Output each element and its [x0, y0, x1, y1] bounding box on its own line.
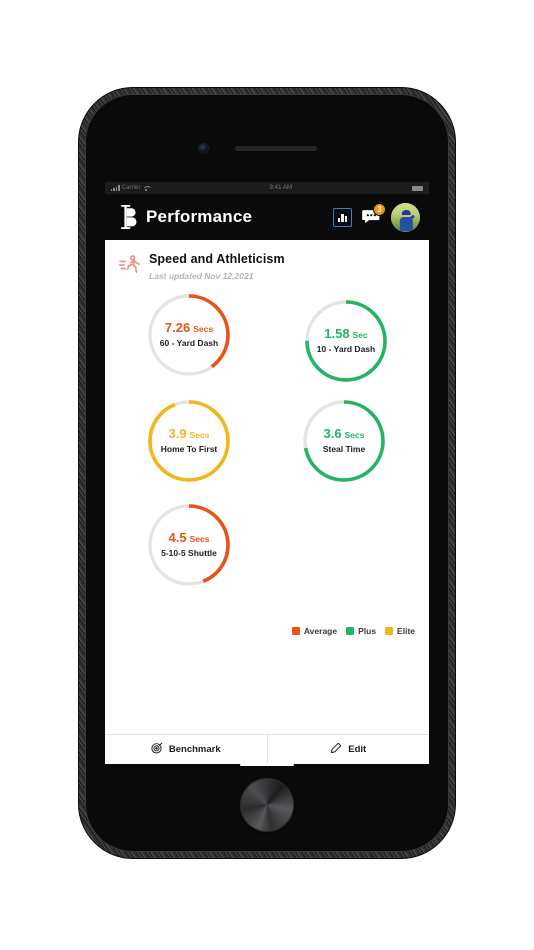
screenshot-canvas: Carrier 9:41 AM Performance 3 Speed and …: [0, 0, 534, 950]
gauge-60-yard-dash[interactable]: 7.26 Secs 60 - Yard Dash: [145, 291, 233, 379]
gauge-10-yard-dash[interactable]: 1.58 Sec 10 - Yard Dash: [302, 297, 390, 385]
gauge-value: 7.26: [164, 320, 191, 336]
running-person-icon: [118, 254, 140, 275]
carrier-label: Carrier: [121, 185, 141, 191]
page-title: Performance: [146, 207, 253, 226]
legend-item-plus: Plus: [346, 626, 376, 636]
gauge-label: 5-10-5 Shuttle: [161, 548, 217, 559]
gauge-unit: Secs: [189, 534, 210, 545]
message-icon[interactable]: 3: [361, 202, 386, 227]
status-bar-left: Carrier: [111, 185, 150, 191]
gauge-value: 1.58: [324, 326, 350, 342]
gauge-value: 3.9: [168, 426, 187, 442]
status-bar-time: 9:41 AM: [269, 185, 293, 191]
tab-dev-plan[interactable]: Dev Plan: [348, 764, 429, 766]
phone-screen: Carrier 9:41 AM Performance 3 Speed and …: [105, 182, 429, 766]
ib-logo-icon[interactable]: [116, 204, 138, 230]
legend-label: Elite: [397, 625, 415, 636]
wifi-icon: [143, 185, 150, 191]
target-icon: [151, 742, 163, 757]
battery-icon: [412, 185, 423, 191]
avatar-player-figure: [398, 210, 415, 232]
avatar[interactable]: [391, 202, 420, 232]
gauge-label: 10 - Yard Dash: [316, 344, 376, 355]
gauge-grid: 7.26 Secs 60 - Yard Dash 1.58 Sec 10 - Y…: [105, 287, 429, 636]
legend-label: Average: [303, 625, 338, 636]
home-button[interactable]: [240, 778, 294, 832]
gauge-value: 4.5: [168, 530, 187, 546]
action-bar: Benchmark Edit: [105, 734, 429, 764]
gauge-unit: Sec: [352, 330, 368, 341]
signal-bars-icon: [111, 185, 120, 191]
earpiece-speaker: [235, 146, 317, 151]
gauge-unit: Secs: [193, 324, 214, 335]
benchmark-button[interactable]: Benchmark: [105, 735, 267, 764]
bar-chart-icon[interactable]: [333, 207, 352, 227]
section-title-group: Speed and Athleticism Last updated Nov 1…: [149, 252, 285, 281]
front-camera-icon: [199, 144, 208, 153]
bottom-navigation: Profile Videos Performance: [105, 763, 429, 766]
gauge-unit: Secs: [344, 430, 365, 441]
gauge-value: 3.6: [323, 426, 342, 442]
edit-label: Edit: [348, 744, 367, 755]
legend-label: Plus: [358, 625, 377, 636]
legend: Average Plus Elite: [291, 625, 415, 636]
edit-button[interactable]: Edit: [266, 735, 430, 764]
gauge-unit: Secs: [189, 430, 210, 441]
benchmark-label: Benchmark: [168, 744, 221, 755]
app-header: Performance 3: [105, 194, 429, 240]
gauge-home-to-first[interactable]: 3.9 Secs Home To First: [145, 397, 233, 485]
legend-swatch: [385, 626, 394, 635]
header-icon-group: 3: [333, 202, 420, 232]
legend-item-elite: Elite: [385, 626, 415, 636]
legend-swatch: [291, 626, 300, 635]
status-bar: Carrier 9:41 AM: [105, 182, 429, 194]
gauge-label: Steal Time: [322, 444, 366, 455]
tab-profile[interactable]: Profile: [105, 764, 186, 766]
message-badge: 3: [373, 202, 386, 216]
legend-item-average: Average: [291, 625, 338, 636]
gauge-label: Home To First: [160, 444, 218, 455]
section-subtitle: Last updated Nov 12,2021: [149, 270, 254, 281]
legend-swatch: [346, 626, 355, 635]
gauge-label: 60 - Yard Dash: [159, 338, 219, 349]
section-title: Speed and Athleticism: [149, 252, 285, 266]
gauge-5-10-5-shuttle[interactable]: 4.5 Secs 5-10-5 Shuttle: [145, 501, 233, 589]
active-tab-notch: [240, 763, 294, 766]
gauge-steal-time[interactable]: 3.6 Secs Steal Time: [300, 397, 388, 485]
pencil-icon: [330, 742, 342, 757]
main-content: Speed and Athleticism Last updated Nov 1…: [105, 240, 429, 764]
section-header: Speed and Athleticism Last updated Nov 1…: [105, 240, 429, 281]
